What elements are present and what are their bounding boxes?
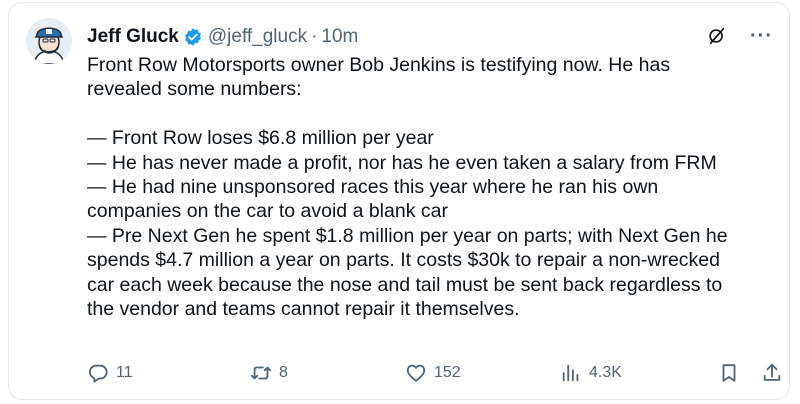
- reply-button[interactable]: 11: [87, 358, 133, 388]
- timestamp[interactable]: 10m: [321, 26, 358, 48]
- views-icon: [562, 364, 579, 382]
- reply-icon: [88, 364, 108, 383]
- avatar[interactable]: [26, 18, 72, 64]
- tweet-card[interactable]: Jeff Gluck @jeff_gluck · 10m ··· Front R…: [8, 2, 790, 400]
- tweet-line: car each week because the nose and tail …: [87, 273, 723, 296]
- bookmark-button[interactable]: [718, 358, 740, 388]
- separator-dot: ·: [311, 26, 318, 47]
- tweet-line: — He has never made a profit, nor has he…: [87, 151, 717, 174]
- views-count: 4.3K: [589, 364, 622, 381]
- like-count: 152: [434, 364, 461, 381]
- tweet-header: Jeff Gluck @jeff_gluck · 10m ···: [87, 23, 773, 51]
- retweet-icon: [250, 366, 272, 380]
- heart-icon: [406, 364, 426, 382]
- author-name[interactable]: Jeff Gluck: [87, 26, 179, 48]
- reply-count: 11: [116, 364, 133, 381]
- tweet-line: the vendor and teams cannot repair it th…: [87, 297, 520, 320]
- views-button[interactable]: 4.3K: [560, 358, 622, 388]
- tweet-line: — Front Row loses $6.8 million per year: [87, 127, 434, 150]
- header-actions: ···: [706, 25, 773, 47]
- like-button[interactable]: 152: [405, 358, 461, 388]
- tweet-line: Front Row Motorsports owner Bob Jenkins …: [87, 54, 671, 76]
- tweet-line: companies on the car to avoid a blank ca…: [87, 200, 448, 223]
- action-bar: 11 8 152 4.3K: [87, 358, 783, 388]
- more-icon[interactable]: ···: [750, 26, 773, 46]
- retweet-count: 8: [279, 364, 288, 381]
- bookmark-icon: [722, 364, 736, 382]
- tweet-line: — Pre Next Gen he spent $1.8 million per…: [87, 224, 728, 247]
- tweet-line: spends $4.7 million a year on parts. It …: [87, 249, 720, 272]
- verified-badge-icon: [184, 28, 201, 46]
- retweet-button[interactable]: 8: [250, 358, 288, 388]
- tweet-line: — He had nine unsponsored races this yea…: [87, 175, 659, 198]
- tweet-line: revealed some numbers:: [87, 78, 302, 101]
- avatar-illustration: [26, 18, 72, 64]
- author-handle[interactable]: @jeff_gluck: [208, 26, 307, 48]
- tweet-text: Front Row Motorsports owner Bob Jenkins …: [87, 53, 787, 321]
- grok-icon[interactable]: [706, 25, 728, 47]
- share-button[interactable]: [761, 358, 783, 388]
- share-icon: [763, 363, 781, 381]
